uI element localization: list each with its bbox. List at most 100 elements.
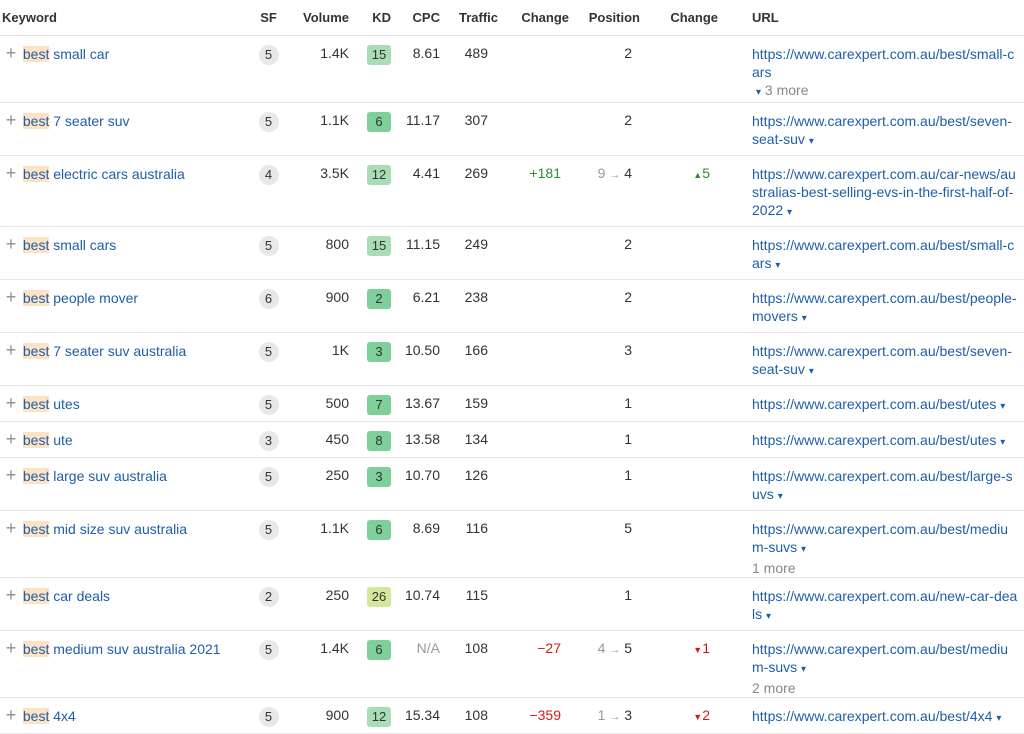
sf-badge[interactable]: 5 bbox=[258, 707, 279, 727]
caret-down-icon[interactable]: ▾ bbox=[1000, 401, 1005, 412]
plus-icon[interactable]: + bbox=[3, 341, 19, 359]
keyword-text: small car bbox=[49, 46, 110, 62]
plus-icon[interactable]: + bbox=[3, 394, 19, 412]
url-link[interactable]: https://www.carexpert.com.au/best/small-… bbox=[752, 46, 1014, 80]
caret-down-icon[interactable]: ▾ bbox=[802, 313, 807, 324]
plus-icon[interactable]: + bbox=[3, 639, 19, 657]
sf-badge[interactable]: 5 bbox=[258, 236, 279, 256]
cpc-value: 13.67 bbox=[404, 395, 440, 411]
sf-badge[interactable]: 5 bbox=[258, 45, 279, 65]
caret-down-icon[interactable]: ▾ bbox=[801, 664, 806, 675]
url-link[interactable]: https://www.carexpert.com.au/best/4x4 bbox=[752, 708, 992, 724]
keyword-link[interactable]: best mid size suv australia bbox=[22, 521, 188, 537]
table-row: + best ute 3 450 8 13.58 134 1 https://www.care… bbox=[0, 421, 1024, 458]
more-urls-link[interactable]: 2 more bbox=[752, 680, 796, 696]
kd-badge: 3 bbox=[367, 467, 391, 487]
url-link[interactable]: https://www.carexpert.com.au/new-car-dea… bbox=[752, 588, 1017, 622]
header-position[interactable]: Position bbox=[569, 0, 640, 36]
header-volume[interactable]: Volume bbox=[284, 0, 349, 36]
header-position-change[interactable]: Change bbox=[640, 0, 718, 36]
caret-down-icon[interactable]: ▾ bbox=[775, 260, 780, 271]
traffic-change bbox=[498, 280, 569, 289]
more-urls-link[interactable]: 1 more bbox=[752, 560, 796, 576]
sf-badge[interactable]: 3 bbox=[258, 431, 279, 451]
more-urls-link[interactable]: 3 more bbox=[765, 82, 809, 98]
plus-icon[interactable]: + bbox=[3, 288, 19, 306]
caret-down-icon[interactable]: ▾ bbox=[756, 87, 761, 98]
caret-down-icon[interactable]: ▾ bbox=[996, 713, 1001, 724]
position-value: 2 bbox=[624, 236, 632, 252]
url-link[interactable]: https://www.carexpert.com.au/best/large-… bbox=[752, 468, 1013, 502]
url-link[interactable]: https://www.carexpert.com.au/best/people… bbox=[752, 290, 1017, 324]
sf-badge[interactable]: 2 bbox=[258, 587, 279, 607]
plus-icon[interactable]: + bbox=[3, 44, 19, 62]
sf-badge[interactable]: 5 bbox=[258, 467, 279, 487]
sf-badge[interactable]: 5 bbox=[258, 520, 279, 540]
keyword-link[interactable]: best large suv australia bbox=[22, 468, 167, 484]
sf-badge[interactable]: 5 bbox=[258, 640, 279, 660]
url-link[interactable]: https://www.carexpert.com.au/best/medium… bbox=[752, 641, 1008, 675]
keyword-link[interactable]: best 7 seater suv bbox=[22, 113, 130, 129]
traffic-value: 166 bbox=[464, 342, 488, 358]
plus-icon[interactable]: + bbox=[3, 111, 19, 129]
sf-badge[interactable]: 5 bbox=[258, 342, 279, 362]
url-link[interactable]: https://www.carexpert.com.au/best/utes bbox=[752, 432, 996, 448]
caret-down-icon[interactable]: ▾ bbox=[809, 366, 814, 377]
caret-down-icon[interactable]: ▾ bbox=[809, 136, 814, 147]
header-sf[interactable]: SF bbox=[253, 0, 284, 36]
position-value: 4 bbox=[624, 165, 632, 181]
position-change-value: 2 bbox=[702, 707, 710, 723]
header-kd[interactable]: KD bbox=[349, 0, 391, 36]
plus-icon[interactable]: + bbox=[3, 466, 19, 484]
position-value: 1 bbox=[624, 467, 632, 483]
header-keyword[interactable]: Keyword bbox=[0, 0, 253, 36]
traffic-change bbox=[498, 386, 569, 395]
position-change-value: 1 bbox=[702, 640, 710, 656]
header-url[interactable]: URL bbox=[718, 0, 1024, 36]
url-link[interactable]: https://www.carexpert.com.au/best/seven-… bbox=[752, 343, 1012, 377]
traffic-change: −359 bbox=[529, 707, 561, 723]
plus-icon[interactable]: + bbox=[3, 164, 19, 182]
keyword-text: mid size suv australia bbox=[49, 521, 188, 537]
plus-icon[interactable]: + bbox=[3, 519, 19, 537]
traffic-change bbox=[498, 103, 569, 112]
keyword-highlight: best bbox=[22, 343, 50, 359]
kd-badge: 6 bbox=[367, 112, 391, 132]
caret-down-icon[interactable]: ▾ bbox=[787, 207, 792, 218]
keyword-link[interactable]: best small car bbox=[22, 46, 110, 62]
cpc-value: 10.70 bbox=[404, 467, 440, 483]
triangle-down-icon: ▼ bbox=[693, 712, 703, 722]
url-link[interactable]: https://www.carexpert.com.au/best/medium… bbox=[752, 521, 1008, 555]
keyword-text: medium suv australia 2021 bbox=[49, 641, 221, 657]
sf-badge[interactable]: 4 bbox=[258, 165, 279, 185]
keyword-link[interactable]: best people mover bbox=[22, 290, 138, 306]
plus-icon[interactable]: + bbox=[3, 706, 19, 724]
sf-badge[interactable]: 5 bbox=[258, 112, 279, 132]
plus-icon[interactable]: + bbox=[3, 235, 19, 253]
caret-down-icon[interactable]: ▾ bbox=[801, 544, 806, 555]
header-change[interactable]: Change bbox=[498, 0, 569, 36]
sf-badge[interactable]: 5 bbox=[258, 395, 279, 415]
keyword-link[interactable]: best utes bbox=[22, 396, 80, 412]
header-cpc[interactable]: CPC bbox=[391, 0, 440, 36]
keyword-link[interactable]: best ute bbox=[22, 432, 73, 448]
header-traffic[interactable]: Traffic bbox=[440, 0, 498, 36]
sf-badge[interactable]: 6 bbox=[258, 289, 279, 309]
keyword-link[interactable]: best small cars bbox=[22, 237, 116, 253]
keyword-link[interactable]: best car deals bbox=[22, 588, 110, 604]
traffic-value: 126 bbox=[464, 467, 488, 483]
keyword-link[interactable]: best electric cars australia bbox=[22, 166, 185, 182]
keyword-link[interactable]: best medium suv australia 2021 bbox=[22, 641, 221, 657]
plus-icon[interactable]: + bbox=[3, 586, 19, 604]
caret-down-icon[interactable]: ▾ bbox=[766, 611, 771, 622]
caret-down-icon[interactable]: ▾ bbox=[778, 491, 783, 502]
position-value: 2 bbox=[624, 289, 632, 305]
url-link[interactable]: https://www.carexpert.com.au/best/utes bbox=[752, 396, 996, 412]
caret-down-icon[interactable]: ▾ bbox=[1000, 437, 1005, 448]
keyword-link[interactable]: best 7 seater suv australia bbox=[22, 343, 186, 359]
url-link[interactable]: https://www.carexpert.com.au/best/small-… bbox=[752, 237, 1014, 271]
plus-icon[interactable]: + bbox=[3, 430, 19, 448]
keyword-highlight: best bbox=[22, 237, 50, 253]
keyword-link[interactable]: best 4x4 bbox=[22, 708, 76, 724]
url-link[interactable]: https://www.carexpert.com.au/best/seven-… bbox=[752, 113, 1012, 147]
